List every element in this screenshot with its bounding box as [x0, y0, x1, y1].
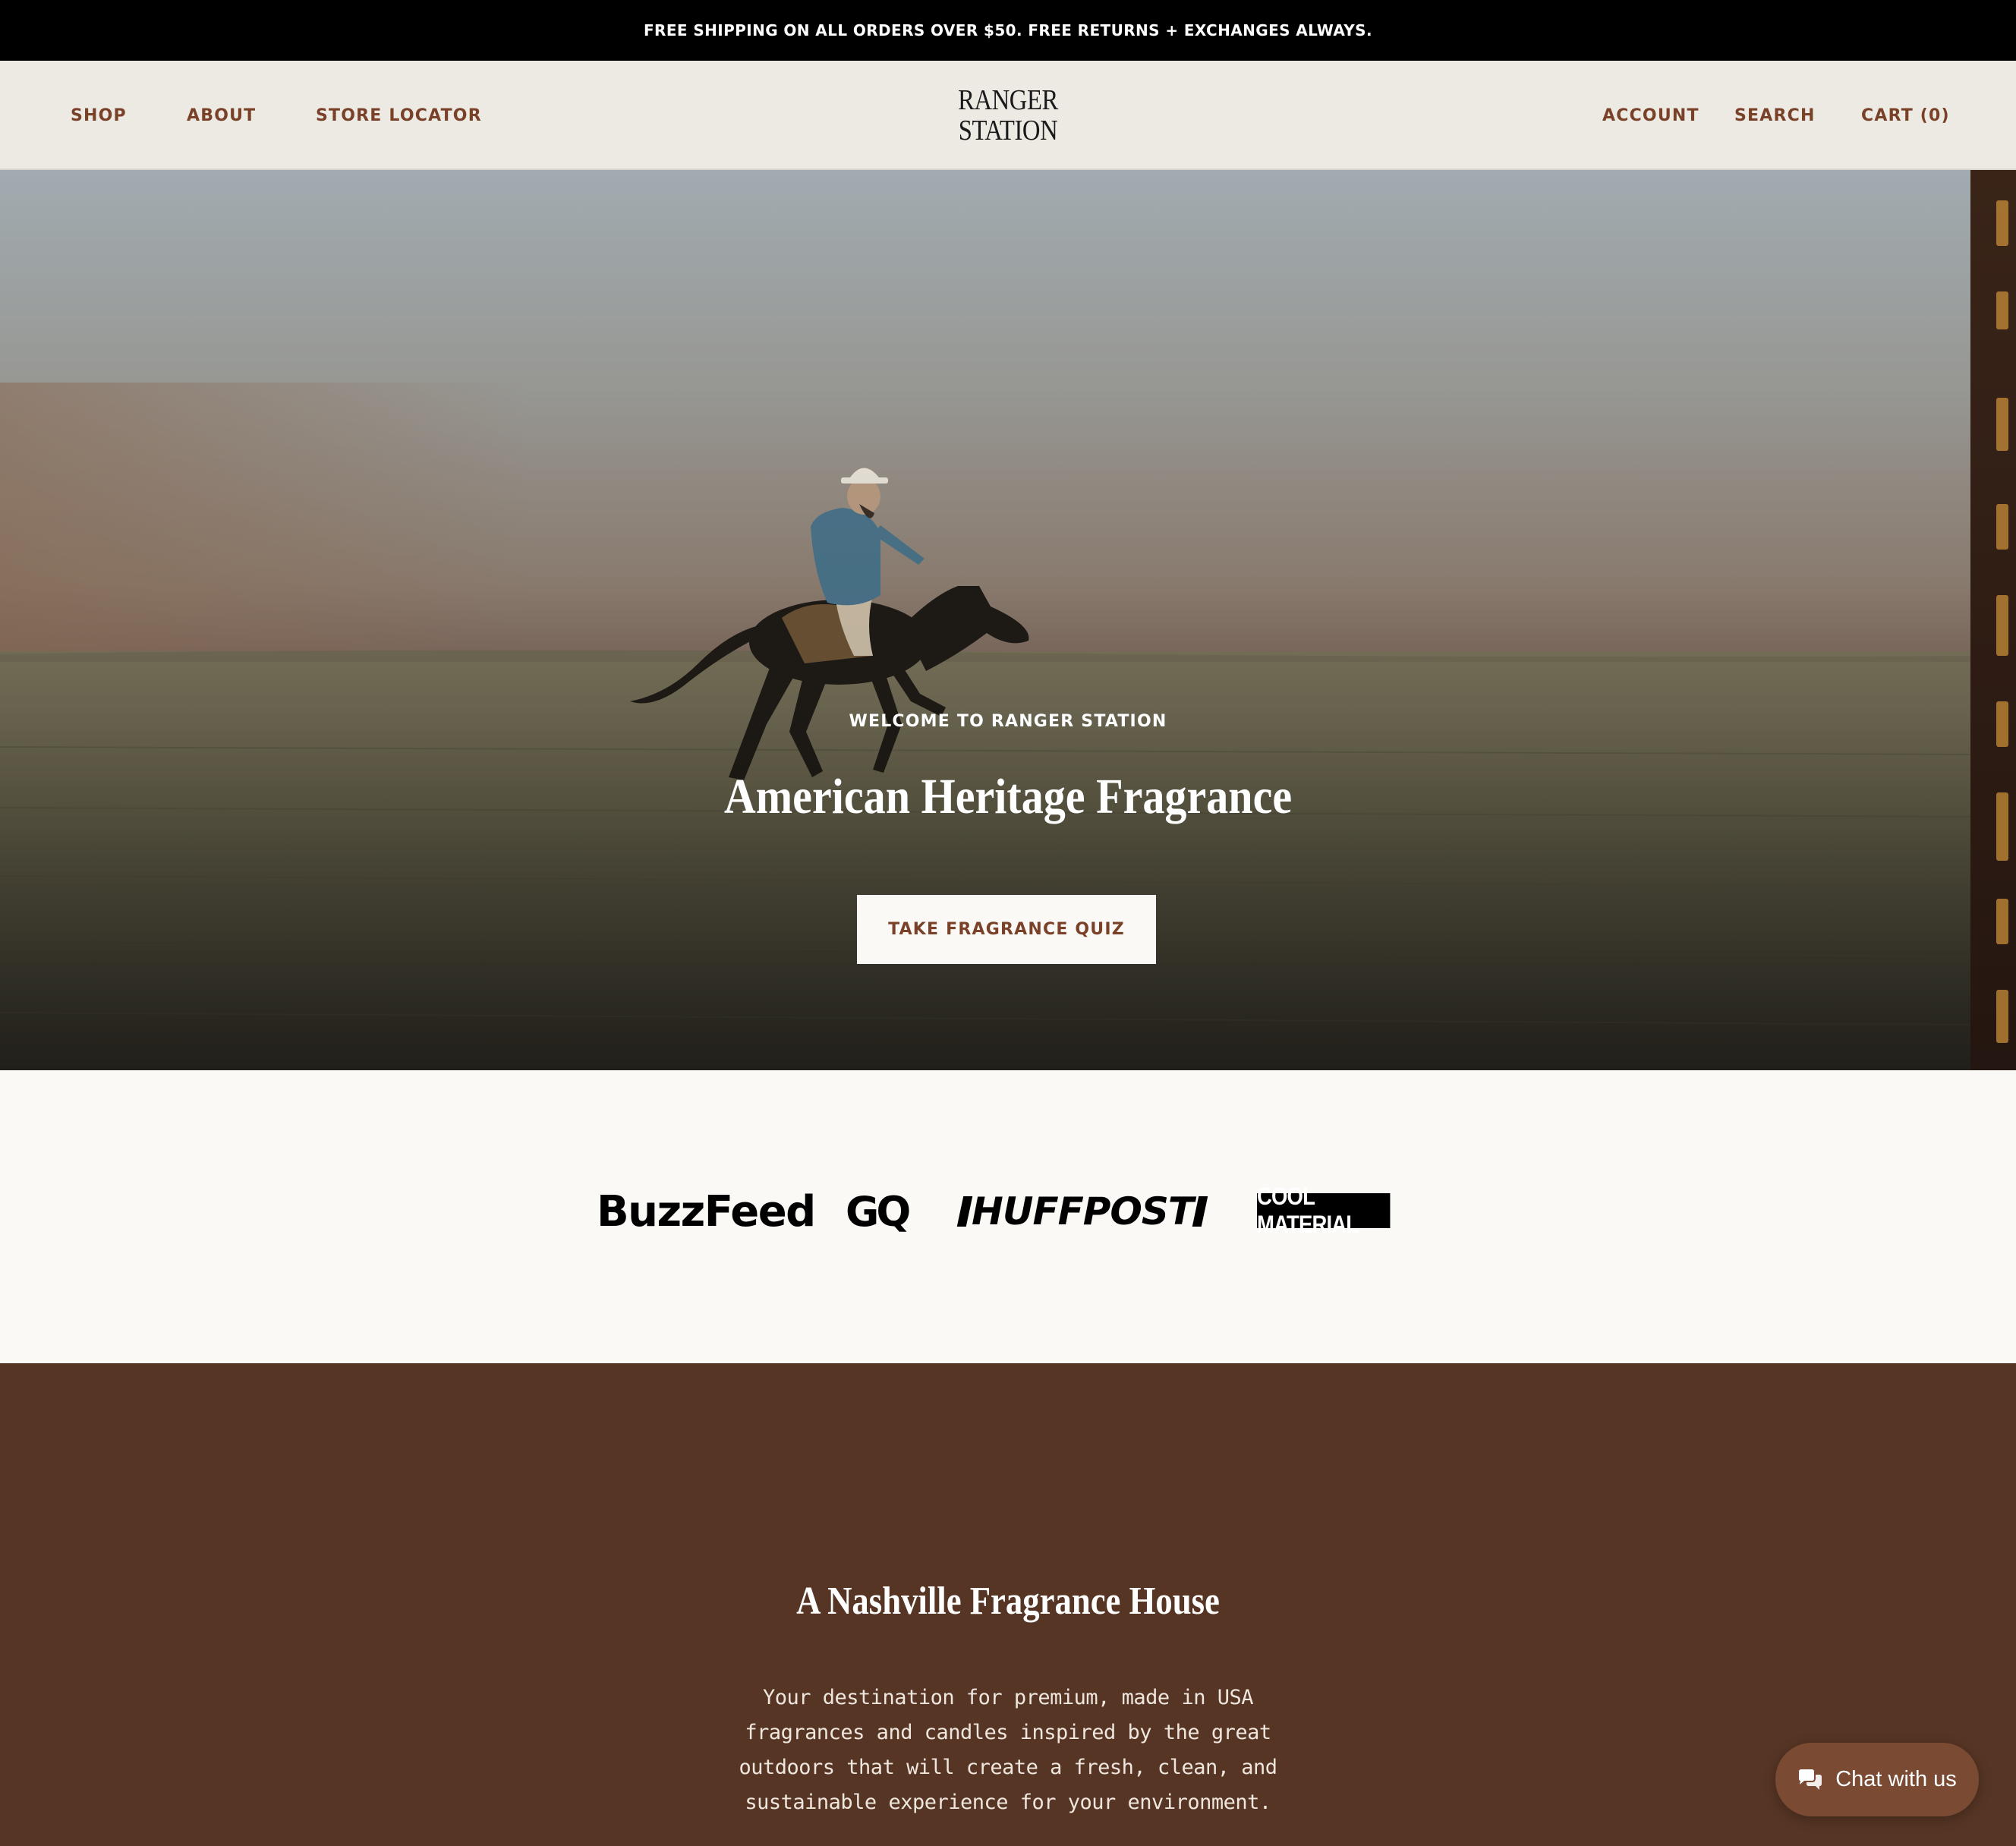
site-header: SHOP ABOUT STORE LOCATOR RANGER STATION …	[0, 61, 2016, 170]
huffpost-bar-left	[956, 1196, 973, 1227]
nav-account[interactable]: ACCOUNT	[1602, 61, 1699, 170]
hero-eyebrow: WELCOME TO RANGER STATION	[849, 712, 1167, 731]
nav-store-locator[interactable]: STORE LOCATOR	[316, 61, 482, 170]
site-logo[interactable]: RANGER STATION	[930, 77, 1086, 153]
nav-search[interactable]: SEARCH	[1734, 61, 1816, 170]
nav-shop[interactable]: SHOP	[71, 61, 127, 170]
gq-logo: GQ	[846, 1187, 911, 1236]
about-title: A Nashville Fragrance House	[796, 1580, 1220, 1623]
logo-line-2: STATION	[958, 115, 1058, 146]
hero-title: American Heritage Fragrance	[723, 769, 1293, 824]
huffpost-logo: HUFFPOST	[956, 1189, 1208, 1234]
about-section: A Nashville Fragrance House Your destina…	[0, 1363, 2016, 1846]
chat-label: Chat with us	[1835, 1767, 1957, 1791]
nav-cart[interactable]: CART (0)	[1861, 61, 1950, 170]
cool-material-logo: COOL MATERIAL	[1257, 1183, 1391, 1238]
about-body: Your destination for premium, made in US…	[739, 1686, 1278, 1814]
huffpost-bar-right	[1192, 1196, 1208, 1227]
chat-bubbles-icon	[1799, 1769, 1822, 1790]
huffpost-text: HUFFPOST	[972, 1189, 1194, 1233]
press-logos-section: BuzzFeed GQ HUFFPOST COOL MATERIAL	[0, 1070, 2016, 1363]
buzzfeed-logo: BuzzFeed	[597, 1186, 816, 1236]
announcement-text: FREE SHIPPING ON ALL ORDERS OVER $50. FR…	[643, 21, 1372, 39]
announcement-bar: FREE SHIPPING ON ALL ORDERS OVER $50. FR…	[0, 0, 2016, 61]
fragrance-quiz-button[interactable]: TAKE FRAGRANCE QUIZ	[857, 895, 1156, 964]
nav-about[interactable]: ABOUT	[187, 61, 256, 170]
logo-line-1: RANGER	[958, 84, 1058, 116]
chat-widget-button[interactable]: Chat with us	[1775, 1743, 1979, 1816]
hero-section: WELCOME TO RANGER STATION American Herit…	[0, 170, 2016, 1070]
